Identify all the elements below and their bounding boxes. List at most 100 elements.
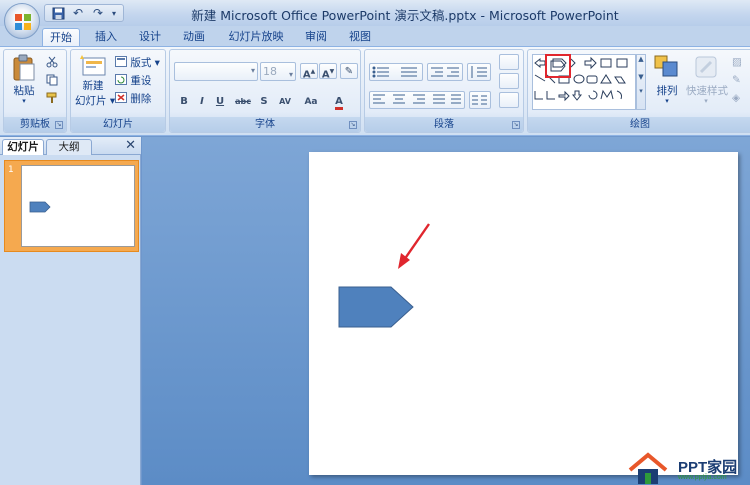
tab-outline[interactable]: 大纲 [46, 139, 92, 155]
gallery-more-icon[interactable]: ▾ [637, 87, 645, 95]
indent-icon [431, 67, 459, 77]
slide-content [338, 223, 430, 328]
watermark: PPT家园 www.pptjia.com [626, 452, 750, 485]
new-slide-label-2: 幻灯片 ▾ [75, 95, 116, 107]
watermark-url: www.pptjia.com [678, 474, 727, 481]
shapes-gallery-scrollbar[interactable]: ▲ ▼ ▾ [636, 54, 646, 110]
align-text-icon[interactable] [499, 73, 519, 89]
bold-button[interactable]: B [176, 94, 192, 110]
paste-dropdown-icon: ▾ [22, 97, 26, 105]
office-button[interactable] [4, 3, 40, 39]
underline-button[interactable]: U [212, 94, 228, 110]
paste-button[interactable]: 粘贴 ▾ [10, 54, 38, 105]
pentagon-shape-icon [550, 60, 566, 72]
window-title: 新建 Microsoft Office PowerPoint 演示文稿.pptx… [191, 8, 619, 23]
slide-number: 1 [8, 165, 14, 175]
slide-thumbnail[interactable] [21, 165, 135, 247]
reset-label: 重设 [130, 75, 152, 87]
layout-button[interactable]: 版式 ▾ [115, 55, 160, 70]
clipboard-launcher-icon[interactable]: ↘ [55, 121, 63, 129]
shape-fill-icon[interactable]: ▨ [732, 56, 742, 68]
ribbon-tabs: 开始 插入 设计 动画 幻灯片放映 审阅 视图 [0, 26, 750, 46]
thumbnail-pentagon-shape [29, 201, 51, 213]
clipboard-group: 粘贴 ▾ 剪贴板 ↘ [3, 49, 67, 133]
columns-button[interactable] [469, 91, 491, 109]
chevron-down-icon: ▾ [288, 70, 293, 79]
reset-icon [115, 74, 127, 88]
paragraph-group-label: 段落 [365, 117, 523, 132]
title-bar: ↶ ↷ ▾ 新建 Microsoft Office PowerPoint 演示文… [0, 0, 750, 26]
paste-icon [13, 54, 35, 81]
font-launcher-icon[interactable]: ↘ [349, 121, 357, 129]
layout-label: 版式 [130, 57, 152, 69]
delete-label: 删除 [130, 93, 152, 105]
delete-button[interactable]: 删除 [115, 91, 151, 106]
new-slide-icon [80, 55, 106, 76]
new-slide-button[interactable]: 新建 幻灯片 ▾ [75, 54, 116, 108]
quick-styles-label: 快速样式 [686, 85, 728, 97]
slides-group: 新建 幻灯片 ▾ 版式 ▾ 重设 删除 幻灯片 [70, 49, 166, 133]
grow-font-button[interactable]: A▲ [300, 63, 318, 80]
font-color-button[interactable]: A [328, 94, 350, 110]
shape-effects-icon[interactable]: ◈ [732, 92, 740, 104]
slides-pane: 幻灯片 大纲 ✕ 1 [0, 137, 141, 485]
slide-thumbnail-selected[interactable]: 1 [4, 160, 139, 252]
chevron-down-icon: ▾ [250, 66, 255, 75]
copy-icon[interactable] [46, 74, 58, 89]
line-spacing-button[interactable] [467, 63, 491, 81]
close-icon[interactable]: ✕ [125, 138, 136, 153]
font-group: ▾ 18 ▾ A▲ A▼ ✎ B I U abc S AV Aa A 字体 ↘ [169, 49, 361, 133]
pentagon-shape [338, 286, 414, 328]
alignment-buttons[interactable] [369, 91, 465, 109]
paste-label: 粘贴 [13, 85, 35, 97]
format-painter-icon[interactable] [46, 92, 58, 107]
font-size-value: 18 [263, 65, 277, 78]
font-size-combobox[interactable]: 18 ▾ [260, 62, 296, 81]
ribbon: 粘贴 ▾ 剪贴板 ↘ 新建 幻灯片 ▾ 版式 ▾ 重设 删除 幻灯片 ▾ 18 … [0, 46, 750, 136]
italic-button[interactable]: I [194, 94, 210, 110]
shrink-font-button[interactable]: A▼ [319, 63, 337, 80]
tab-review[interactable]: 审阅 [298, 28, 334, 46]
change-case-button[interactable]: Aa [300, 94, 322, 110]
strikethrough-button[interactable]: abc [232, 94, 254, 110]
slides-group-label: 幻灯片 [71, 117, 165, 132]
character-spacing-button[interactable]: AV [274, 94, 296, 110]
text-direction-icon[interactable] [499, 54, 519, 70]
scroll-down-icon[interactable]: ▼ [637, 73, 645, 81]
tab-slides[interactable]: 幻灯片 [2, 139, 44, 155]
pentagon-shape-highlight[interactable] [545, 54, 571, 78]
cut-icon[interactable] [46, 56, 58, 71]
clear-formatting-icon[interactable]: ✎ [340, 63, 358, 79]
font-name-combobox[interactable]: ▾ [174, 62, 258, 81]
quick-styles-icon [695, 56, 717, 78]
slide-canvas[interactable] [309, 152, 738, 475]
delete-icon [115, 92, 127, 106]
tab-design[interactable]: 设计 [132, 28, 168, 46]
paragraph-group: 段落 ↘ [364, 49, 524, 133]
slides-pane-tabs: 幻灯片 大纲 ✕ [0, 137, 141, 155]
font-group-label: 字体 [170, 117, 360, 132]
tab-slideshow[interactable]: 幻灯片放映 [222, 28, 290, 46]
bullets-icon [372, 66, 417, 78]
columns-icon [472, 95, 487, 105]
shape-outline-icon[interactable]: ✎ [732, 74, 741, 86]
paragraph-launcher-icon[interactable]: ↘ [512, 121, 520, 129]
line-spacing-icon [471, 66, 487, 78]
chevron-down-icon: ▾ [704, 97, 708, 105]
tab-home[interactable]: 开始 [42, 28, 80, 46]
bullets-numbering-buttons[interactable] [369, 63, 423, 81]
indent-buttons[interactable] [427, 63, 463, 81]
shadow-button[interactable]: S [256, 94, 272, 110]
quick-styles-button[interactable]: 快速样式 ▾ [686, 54, 728, 105]
convert-smartart-icon[interactable] [499, 92, 519, 108]
chevron-down-icon: ▾ [665, 97, 669, 105]
reset-button[interactable]: 重设 [115, 73, 151, 88]
arrange-button[interactable]: 排列 ▾ [650, 54, 684, 105]
scroll-up-icon[interactable]: ▲ [637, 55, 645, 63]
tab-view[interactable]: 视图 [342, 28, 378, 46]
tab-animations[interactable]: 动画 [176, 28, 212, 46]
office-logo-icon [15, 14, 31, 30]
house-logo-icon [628, 452, 668, 484]
tab-insert[interactable]: 插入 [88, 28, 124, 46]
arrange-label: 排列 [656, 85, 678, 97]
